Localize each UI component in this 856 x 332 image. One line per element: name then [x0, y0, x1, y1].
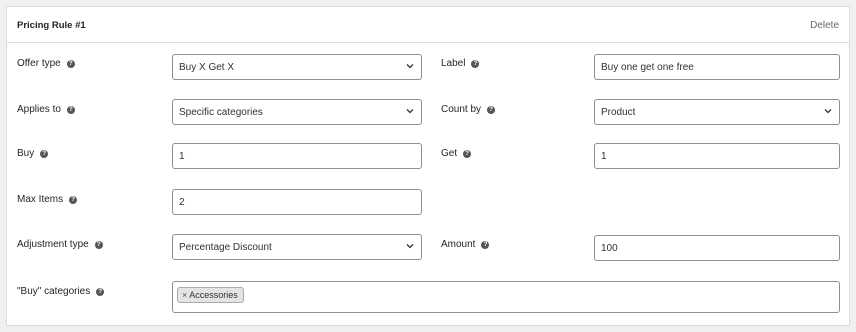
help-icon[interactable]: ? [96, 288, 105, 296]
adjustment-type-label: Adjustment type? [17, 239, 103, 250]
amount-label: Amount? [441, 239, 490, 250]
category-tag-label: Accessories [189, 290, 238, 300]
buy-label-text: Buy [17, 148, 35, 159]
help-icon[interactable]: ? [463, 150, 472, 158]
get-label: Get? [441, 148, 472, 159]
label-input[interactable]: Buy one get one free [594, 54, 840, 80]
chevron-down-icon [406, 109, 414, 114]
max-items-input[interactable]: 2 [172, 189, 422, 215]
buy-label: Buy? [17, 148, 49, 159]
help-icon[interactable]: ? [94, 241, 103, 249]
offer-type-select[interactable]: Buy X Get X [172, 54, 422, 80]
buy-categories-label: "Buy" categories? [17, 286, 105, 297]
help-icon[interactable]: ? [66, 60, 75, 68]
adjustment-type-select[interactable]: Percentage Discount [172, 234, 422, 260]
amount-value: 100 [601, 243, 618, 254]
help-icon[interactable]: ? [40, 150, 49, 158]
get-input[interactable]: 1 [594, 143, 840, 169]
label-input-value: Buy one get one free [601, 62, 694, 73]
count-by-value: Product [601, 107, 636, 118]
chevron-down-icon [824, 109, 832, 114]
max-items-label-text: Max Items [17, 194, 64, 205]
offer-type-label: Offer type? [17, 58, 75, 69]
adjustment-type-label-text: Adjustment type [17, 239, 89, 250]
buy-value: 1 [179, 151, 185, 162]
panel-title: Pricing Rule #1 [17, 20, 86, 31]
help-icon[interactable]: ? [66, 106, 75, 114]
get-value: 1 [601, 151, 607, 162]
max-items-value: 2 [179, 197, 185, 208]
max-items-label: Max Items? [17, 194, 78, 205]
applies-to-label-text: Applies to [17, 104, 61, 115]
buy-input[interactable]: 1 [172, 143, 422, 169]
count-by-select[interactable]: Product [594, 99, 840, 125]
applies-to-value: Specific categories [179, 107, 263, 118]
amount-label-text: Amount [441, 239, 476, 250]
help-icon[interactable]: ? [471, 60, 480, 68]
applies-to-label: Applies to? [17, 104, 75, 115]
get-label-text: Get [441, 148, 458, 159]
help-icon[interactable]: ? [481, 241, 490, 249]
offer-type-label-text: Offer type [17, 58, 61, 69]
applies-to-select[interactable]: Specific categories [172, 99, 422, 125]
count-by-label-text: Count by [441, 104, 482, 115]
buy-categories-label-text: "Buy" categories [17, 286, 91, 297]
amount-input[interactable]: 100 [594, 235, 840, 261]
label-label-text: Label [441, 58, 466, 69]
category-tag: × Accessories [177, 287, 244, 303]
close-icon[interactable]: × [182, 290, 187, 300]
panel-header: Pricing Rule #1 Delete [7, 7, 849, 43]
help-icon[interactable]: ? [69, 196, 78, 204]
chevron-down-icon [406, 244, 414, 249]
offer-type-value: Buy X Get X [179, 62, 235, 73]
label-label: Label? [441, 58, 480, 69]
count-by-label: Count by? [441, 104, 496, 115]
chevron-down-icon [406, 64, 414, 69]
adjustment-type-value: Percentage Discount [179, 242, 272, 253]
buy-categories-multiselect[interactable]: × Accessories [172, 281, 840, 313]
delete-link[interactable]: Delete [810, 20, 839, 31]
help-icon[interactable]: ? [487, 106, 496, 114]
